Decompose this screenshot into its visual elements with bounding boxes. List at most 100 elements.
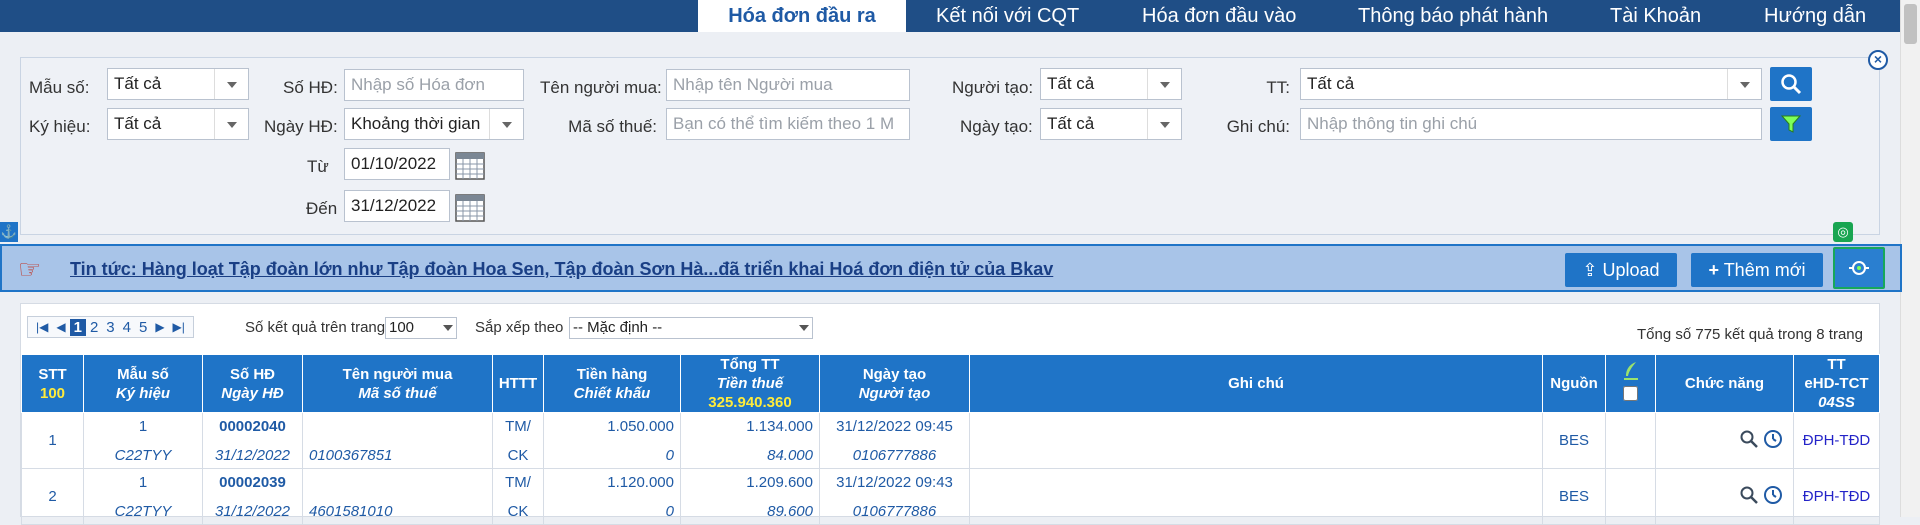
magnifier-icon[interactable] <box>1739 429 1759 449</box>
ten-nguoi-mua-input[interactable] <box>666 69 910 101</box>
ngay-tao-value: Tất cả <box>1047 114 1095 133</box>
cell-ngay-tao: 31/12/2022 09:45 0106777886 <box>819 412 970 469</box>
ngay-tao-select[interactable]: Tất cả <box>1040 108 1182 140</box>
so-hd-input[interactable] <box>344 69 524 101</box>
tab-hoa-don-dau-vao[interactable]: Hóa đơn đầu vào <box>1142 0 1296 32</box>
th-select <box>1605 354 1656 413</box>
cell-tt[interactable]: ĐPH-TĐD <box>1793 412 1880 469</box>
tt-value: Tất cả <box>1307 74 1355 93</box>
ngay-hd-value: Khoảng thời gian <box>351 114 481 133</box>
per-page-select[interactable]: 100 <box>385 317 457 339</box>
page-4[interactable]: 4 <box>119 319 135 336</box>
select-all-checkbox[interactable] <box>1623 386 1638 401</box>
tab-tai-khoan[interactable]: Tài Khoản <box>1610 0 1701 32</box>
page-3[interactable]: 3 <box>102 319 118 336</box>
chevron-down-icon <box>489 109 523 139</box>
table-row[interactable]: 1 1 C22TYY 00002040 31/12/2022 0100367851 … <box>21 412 1880 469</box>
tab-ket-noi-cqt[interactable]: Kết nối với CQT <box>936 0 1079 32</box>
cell-mau-so: 1 C22TYY <box>83 468 203 525</box>
sort-label: Sắp xếp theo <box>475 319 564 336</box>
anchor-icon[interactable]: ⚓ <box>0 222 18 242</box>
add-new-label: Thêm mới <box>1723 260 1806 280</box>
tt-label: TT: <box>1266 78 1290 97</box>
ky-hieu-value: Tất cả <box>114 114 162 133</box>
upload-label: Upload <box>1602 260 1660 280</box>
plus-icon: + <box>1708 260 1719 280</box>
sort-select[interactable]: -- Mặc định -- <box>569 317 813 339</box>
cell-httt: TM/CK <box>492 468 544 525</box>
tu-date-input[interactable] <box>344 148 450 180</box>
th-stt: STT 100 <box>21 354 84 413</box>
cell-mau-so: 1 C22TYY <box>83 412 203 469</box>
cell-so-hd[interactable]: 00002040 31/12/2022 <box>202 412 303 469</box>
first-page-icon[interactable]: |◀ <box>32 320 52 334</box>
filter-button[interactable] <box>1770 107 1812 141</box>
cell-nguoi-mua: 4601581010 <box>302 468 493 525</box>
cell-nguoi-mua: 0100367851 <box>302 412 493 469</box>
calendar-icon[interactable] <box>454 191 486 223</box>
news-link[interactable]: Tin tức: Hàng loạt Tập đoàn lớn như Tập … <box>70 259 1053 280</box>
last-page-icon[interactable]: ▶| <box>169 320 189 334</box>
per-page-label: Số kết quả trên trang <box>245 319 386 336</box>
mau-so-value: Tất cả <box>114 74 162 93</box>
prev-page-icon[interactable]: ◀ <box>52 320 69 334</box>
mau-so-label: Mẫu số: <box>29 78 90 97</box>
cell-so-hd[interactable]: 00002039 31/12/2022 <box>202 468 303 525</box>
ngay-tao-label: Ngày tạo: <box>960 117 1033 136</box>
chevron-down-icon <box>1147 109 1181 139</box>
th-so-hd: Số HĐ Ngày HĐ <box>202 354 303 413</box>
cell-nguon: BES <box>1542 468 1606 525</box>
cell-ghi-chu <box>969 412 1543 469</box>
clock-icon[interactable] <box>1763 485 1783 505</box>
search-button[interactable] <box>1770 67 1812 101</box>
mau-so-select[interactable]: Tất cả <box>107 68 249 100</box>
chevron-down-icon <box>1727 69 1761 99</box>
ngay-hd-select[interactable]: Khoảng thời gian <box>344 108 524 140</box>
page-2[interactable]: 2 <box>86 319 102 336</box>
page-5[interactable]: 5 <box>135 319 151 336</box>
add-new-button[interactable]: + Thêm mới <box>1691 253 1823 287</box>
settings-button[interactable] <box>1833 247 1885 289</box>
ngay-hd-label: Ngày HĐ: <box>264 117 338 136</box>
upload-button[interactable]: ⇪ Upload <box>1565 253 1677 287</box>
target-icon[interactable]: ◎ <box>1833 222 1853 242</box>
next-page-icon[interactable]: ▶ <box>151 320 168 334</box>
page-scrollbar[interactable] <box>1900 0 1920 517</box>
magnifier-icon[interactable] <box>1739 485 1759 505</box>
ghi-chu-input[interactable] <box>1300 108 1762 140</box>
ky-hieu-label: Ký hiệu: <box>29 117 91 136</box>
tt-select[interactable]: Tất cả <box>1300 68 1762 100</box>
cell-nguon: BES <box>1542 412 1606 469</box>
clock-icon[interactable] <box>1763 429 1783 449</box>
ma-so-thue-input[interactable] <box>666 108 910 140</box>
table-header-row: STT 100 Mẫu số Ký hiệu Số HĐ Ngày HĐ Tên ng… <box>21 354 1880 413</box>
calendar-icon[interactable] <box>454 149 486 181</box>
cell-ngay-tao: 31/12/2022 09:43 0106777886 <box>819 468 970 525</box>
pointing-hand-icon: ☞ <box>18 254 42 284</box>
ghi-chu-label: Ghi chú: <box>1226 117 1290 136</box>
cell-chuc-nang <box>1655 412 1794 469</box>
th-tien-hang: Tiền hàng Chiết khấu <box>543 354 681 413</box>
quill-icon <box>1623 362 1638 380</box>
nguoi-tao-select[interactable]: Tất cả <box>1040 68 1182 100</box>
th-chuc-nang: Chức năng <box>1655 354 1794 413</box>
search-icon <box>1781 74 1802 95</box>
page-1[interactable]: 1 <box>69 318 86 336</box>
close-icon[interactable]: × <box>1868 50 1888 70</box>
tab-hoa-don-dau-ra[interactable]: Hóa đơn đầu ra <box>698 0 906 32</box>
tab-huong-dan[interactable]: Hướng dẫn <box>1764 0 1866 32</box>
table-row[interactable]: 2 1 C22TYY 00002039 31/12/2022 4601581010 … <box>21 468 1880 525</box>
per-page-value: 100 <box>389 319 415 336</box>
so-hd-label: Số HĐ: <box>283 78 338 97</box>
ky-hieu-select[interactable]: Tất cả <box>107 108 249 140</box>
scrollbar-thumb[interactable] <box>1904 4 1917 44</box>
nguoi-tao-label: Người tạo: <box>952 78 1034 97</box>
cell-select[interactable] <box>1605 468 1656 525</box>
den-date-input[interactable] <box>344 190 450 222</box>
top-nav: Hóa đơn đầu ra Kết nối với CQT Hóa đơn đ… <box>0 0 1900 32</box>
cell-tt[interactable]: ĐPH-TĐD <box>1793 468 1880 525</box>
tab-thong-bao-phat-hanh[interactable]: Thông báo phát hành <box>1358 0 1548 32</box>
th-ten-nguoi-mua: Tên người mua Mã số thuế <box>302 354 493 413</box>
th-httt: HTTT <box>492 354 544 413</box>
cell-select[interactable] <box>1605 412 1656 469</box>
